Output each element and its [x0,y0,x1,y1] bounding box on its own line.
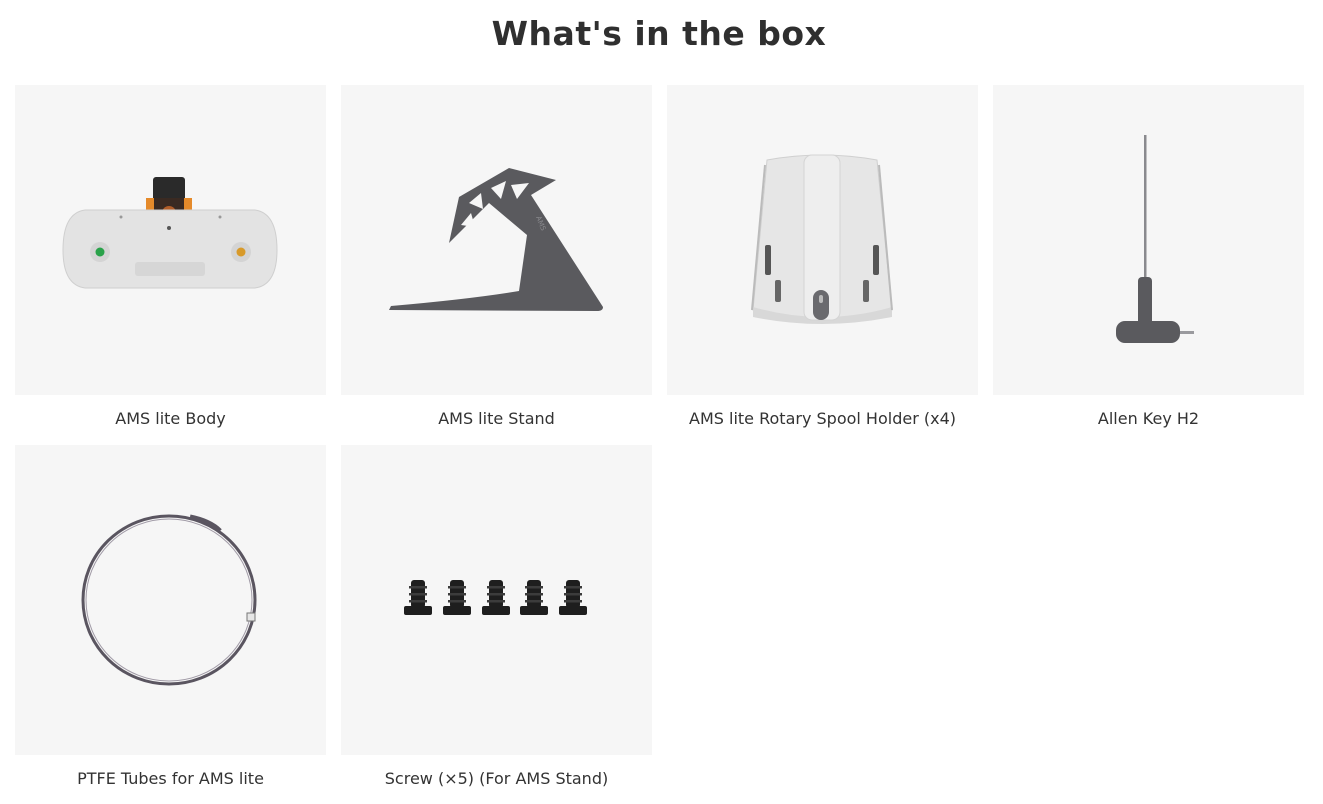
item-label: AMS lite Body [115,409,226,428]
screw-image [341,445,652,755]
product-card-screws[interactable]: Screw (×5) (For AMS Stand) [341,445,652,788]
product-card-allen-key[interactable]: Allen Key H2 [993,85,1304,428]
product-card-ptfe-tubes[interactable]: PTFE Tubes for AMS lite [15,445,326,788]
page-title: What's in the box [491,14,827,53]
item-label: Screw (×5) (For AMS Stand) [384,769,609,788]
allen-key-image [993,85,1304,395]
product-card-ams-lite-stand[interactable]: AMS AMS lite Stand [341,85,652,428]
item-label: AMS lite Stand [438,409,555,428]
product-card-ams-lite-body[interactable]: AMS lite Body [15,85,326,428]
product-card-rotary-spool-holder[interactable]: AMS lite Rotary Spool Holder (x4) [667,85,978,428]
item-label: AMS lite Rotary Spool Holder (x4) [689,409,956,428]
item-label: PTFE Tubes for AMS lite [77,769,264,788]
ams-lite-body-image [15,85,326,395]
item-label: Allen Key H2 [1097,409,1200,428]
ams-lite-stand-image: AMS [341,85,652,395]
ptfe-tube-image [15,445,326,755]
rotary-spool-holder-image [667,85,978,395]
